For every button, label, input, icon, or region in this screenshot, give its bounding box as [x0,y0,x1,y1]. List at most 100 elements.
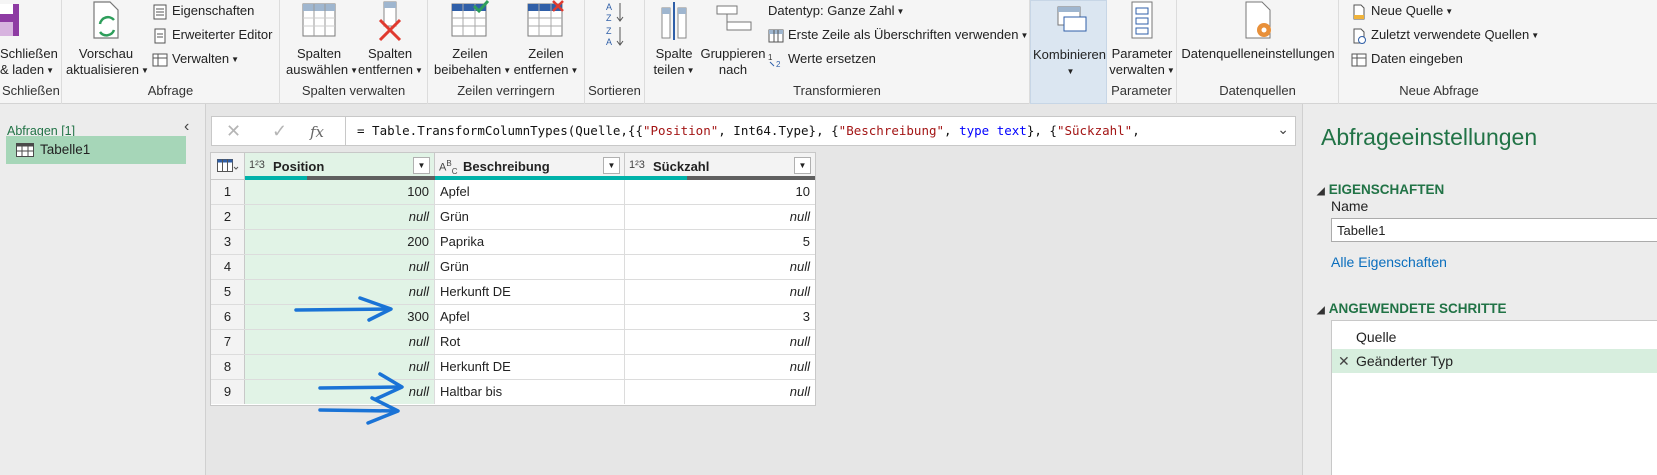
position-cell[interactable]: null [245,380,435,404]
split-column-button[interactable]: Spalte teilen ▼ [651,0,697,79]
row-number-cell[interactable]: 4 [211,255,245,279]
quantity-cell[interactable]: null [625,255,815,279]
applied-step-geaenderter-typ[interactable]: ✕ Geänderter Typ [1332,349,1657,373]
type-whole-number-icon: 1²3 [629,159,645,171]
group-by-button[interactable]: Gruppieren nach [699,0,767,78]
remove-columns-icon [378,1,402,42]
chevron-down-icon[interactable]: ⌄ [1277,121,1289,138]
keep-rows-button[interactable]: Zeilen beibehalten ▼ [434,0,511,79]
applied-steps-section-header[interactable]: ◢ ANGEWENDETE SCHRITTE [1317,301,1506,316]
quantity-cell[interactable]: 3 [625,305,815,329]
table-row[interactable]: 9 null Haltbar bis null [211,380,815,405]
close-load-button[interactable]: Schließen & laden ▼ [0,0,58,79]
all-properties-link[interactable]: Alle Eigenschaften [1331,254,1447,270]
formula-input[interactable]: = Table.TransformColumnTypes(Quelle,{{"P… [357,123,1140,138]
description-cell[interactable]: Grün [435,255,625,279]
position-cell[interactable]: null [245,255,435,279]
table-row[interactable]: 7 null Rot null [211,330,815,355]
row-number-cell[interactable]: 7 [211,330,245,354]
sort-ascending-button[interactable]: AZ [605,0,627,24]
position-cell[interactable]: 300 [245,305,435,329]
position-cell[interactable]: 100 [245,180,435,204]
column-header-beschreibung[interactable]: ABC Beschreibung ▼ [435,153,625,180]
description-cell[interactable]: Paprika [435,230,625,254]
preview-refresh-button[interactable]: Vorschau aktualisieren ▼ [66,0,149,79]
new-source-label: Neue Quelle [1371,3,1444,18]
quantity-cell[interactable]: null [625,380,815,404]
description-cell[interactable]: Apfel [435,180,625,204]
properties-section-header[interactable]: ◢ EIGENSCHAFTEN [1317,182,1444,197]
formula-string: "Sückzahl" [1056,123,1133,138]
applied-step-quelle[interactable]: Quelle [1332,325,1657,349]
cancel-formula-icon[interactable]: ✕ [226,121,241,142]
sort-descending-button[interactable]: ZA [605,24,627,48]
table-row[interactable]: 1 100 Apfel 10 [211,180,815,205]
description-cell[interactable]: Grün [435,205,625,229]
query-item-tabelle1[interactable]: Tabelle1 [6,136,186,164]
quantity-cell[interactable]: null [625,205,815,229]
description-cell[interactable]: Rot [435,330,625,354]
filter-dropdown-icon[interactable]: ▼ [413,157,430,174]
table-row[interactable]: 5 null Herkunft DE null [211,280,815,305]
row-number-cell[interactable]: 2 [211,205,245,229]
replace-values-button[interactable]: 1 2 Werte ersetzen [768,48,876,70]
split-column-label-1: Spalte [655,46,693,61]
table-menu-button[interactable] [211,153,245,179]
position-cell[interactable]: null [245,330,435,354]
remove-columns-button[interactable]: Spalten entfernen ▼ [358,0,423,79]
table-row[interactable]: 4 null Grün null [211,255,815,280]
description-cell[interactable]: Herkunft DE [435,355,625,379]
keep-rows-icon [451,0,490,37]
choose-columns-button[interactable]: Spalten auswählen ▼ [286,0,358,79]
table-row[interactable]: 6 300 Apfel 3 [211,305,815,330]
table-row[interactable]: 2 null Grün null [211,205,815,230]
combine-button[interactable]: Kombinieren ▼ [1033,1,1106,80]
row-number-cell[interactable]: 5 [211,280,245,304]
column-header-position[interactable]: 1²3 Position ▼ [245,153,435,180]
table-row[interactable]: 8 null Herkunft DE null [211,355,815,380]
row-number-cell[interactable]: 9 [211,380,245,404]
svg-text:Z: Z [606,26,612,36]
description-cell[interactable]: Herkunft DE [435,280,625,304]
new-source-icon [1353,4,1365,20]
row-number-cell[interactable]: 6 [211,305,245,329]
filter-dropdown-icon[interactable]: ▼ [603,157,620,174]
properties-button[interactable]: Eigenschaften [152,0,254,22]
chevron-down-icon: ▼ [896,6,905,16]
first-row-headers-button[interactable]: Erste Zeile als Überschriften verwenden ▼ [768,24,1028,46]
quantity-cell[interactable]: 10 [625,180,815,204]
quantity-cell[interactable]: 5 [625,230,815,254]
remove-rows-button[interactable]: Zeilen entfernen ▼ [512,0,580,79]
chevron-left-icon[interactable]: ‹ [184,118,189,136]
delete-step-icon[interactable]: ✕ [1338,349,1350,373]
row-number-cell[interactable]: 1 [211,180,245,204]
advanced-editor-icon [154,28,166,44]
advanced-editor-button[interactable]: Erweiterter Editor [152,24,272,46]
recent-sources-button[interactable]: Zuletzt verwendete Quellen ▼ [1351,24,1539,46]
row-number-cell[interactable]: 8 [211,355,245,379]
quantity-cell[interactable]: null [625,355,815,379]
manage-button[interactable]: Verwalten ▼ [152,48,239,70]
column-header-stueckzahl[interactable]: 1²3 Sückzahl ▼ [625,153,815,180]
position-cell[interactable]: null [245,205,435,229]
data-source-settings-button[interactable]: Datenquelleneinstellungen [1181,0,1335,62]
combine-icon [1057,6,1086,32]
table-row[interactable]: 3 200 Paprika 5 [211,230,815,255]
position-cell[interactable]: null [245,280,435,304]
query-name-input[interactable] [1331,218,1657,242]
datatype-dropdown[interactable]: Datentyp: Ganze Zahl ▼ [768,0,904,22]
quantity-cell[interactable]: null [625,280,815,304]
quantity-cell[interactable]: null [625,330,815,354]
data-source-settings-label: Datenquelleneinstellungen [1181,46,1335,61]
filter-dropdown-icon[interactable]: ▼ [794,157,811,174]
row-number-cell[interactable]: 3 [211,230,245,254]
manage-parameters-button[interactable]: Parameter verwalten ▼ [1109,0,1175,79]
enter-data-button[interactable]: Daten eingeben [1351,48,1463,70]
description-cell[interactable]: Apfel [435,305,625,329]
position-cell[interactable]: null [245,355,435,379]
position-cell[interactable]: 200 [245,230,435,254]
commit-formula-icon[interactable]: ✓ [272,121,287,142]
function-icon[interactable]: fx [310,123,324,141]
description-cell[interactable]: Haltbar bis [435,380,625,404]
new-source-button[interactable]: Neue Quelle ▼ [1351,0,1453,22]
